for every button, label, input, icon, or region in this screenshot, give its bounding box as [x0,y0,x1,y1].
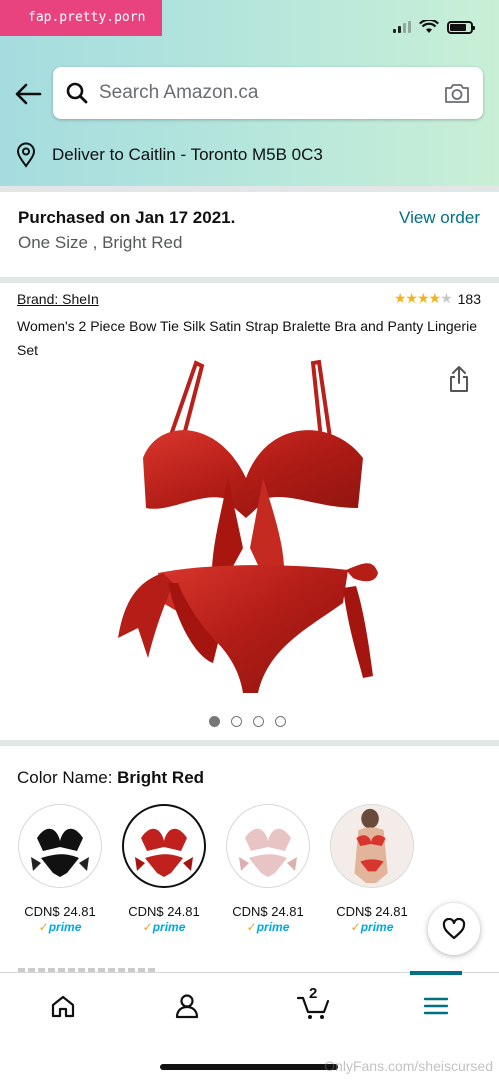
heart-icon[interactable] [442,918,466,940]
nav-menu[interactable] [421,991,451,1021]
footer-watermark: OnlyFans.com/sheiscursed [324,1058,493,1074]
swatch-price: CDN$ 24.81 [232,904,304,919]
cart-count[interactable]: 2 [309,985,317,1002]
selected-color: Bright Red [117,768,205,787]
watermark-label: fap.pretty.porn [0,0,162,36]
location-pin-icon [16,142,36,168]
product-image[interactable] [118,358,383,703]
swatch-image[interactable] [330,804,414,888]
prime-badge: ✓prime [142,920,186,934]
rating-stars[interactable]: ★★★★★ [394,290,453,307]
nav-active-indicator [410,971,462,975]
swatch-price: CDN$ 24.81 [24,904,96,919]
image-carousel-dots[interactable] [209,716,286,727]
deliver-text[interactable]: Deliver to Caitlin - Toronto M5B 0C3 [52,145,323,165]
purchased-variant: One Size , Bright Red [18,233,183,252]
swatch-price: CDN$ 24.81 [336,904,408,919]
divider [0,740,499,746]
prime-badge: ✓prime [246,920,290,934]
search-icon[interactable] [65,81,89,105]
wifi-icon [419,20,439,33]
home-indicator[interactable] [160,1064,338,1070]
nav-home[interactable] [48,991,78,1021]
carousel-dot[interactable] [275,716,286,727]
menu-icon[interactable] [423,996,449,1016]
prime-badge: ✓prime [350,920,394,934]
carousel-dot[interactable] [253,716,264,727]
carousel-dot[interactable] [231,716,242,727]
nav-account[interactable] [172,991,202,1021]
favorite-button[interactable] [428,903,480,955]
prime-badge: ✓prime [38,920,82,934]
camera-icon[interactable] [443,81,471,105]
divider [0,277,499,283]
color-swatch-red-model[interactable]: CDN$ 24.81 ✓prime [330,804,414,934]
color-swatch-black[interactable]: CDN$ 24.81 ✓prime [18,804,102,934]
rating-count[interactable]: 183 [458,291,481,307]
cellular-signal-icon [393,21,411,33]
account-icon[interactable] [174,993,200,1019]
swatch-price: CDN$ 24.81 [128,904,200,919]
search-input[interactable]: Search Amazon.ca [53,67,483,119]
rating-summary[interactable]: ★★★★★ 183 [394,290,481,307]
status-bar [393,20,475,34]
nav-cart[interactable]: 2 [296,985,332,1021]
home-icon[interactable] [50,994,76,1018]
purchased-date: Purchased on Jan 17 2021. [18,208,236,227]
color-swatch-bright-red[interactable]: CDN$ 24.81 ✓prime [122,804,206,934]
product-title: Women's 2 Piece Bow Tie Silk Satin Strap… [17,318,477,358]
deliver-to-link[interactable]: Deliver to Caitlin - Toronto M5B 0C3 [14,142,323,168]
carousel-dot[interactable] [209,716,220,727]
brand-link[interactable]: Brand: SheIn [17,291,99,307]
color-swatch-pink[interactable]: CDN$ 24.81 ✓prime [226,804,310,934]
swatch-image[interactable] [18,804,102,888]
battery-icon [447,20,475,34]
share-icon[interactable] [448,365,470,393]
color-name-label: Color Name: Bright Red [17,768,205,787]
view-order-link[interactable]: View order [399,208,480,228]
search-placeholder[interactable]: Search Amazon.ca [99,82,443,104]
swatch-image[interactable] [122,804,206,888]
color-swatches: CDN$ 24.81 ✓prime CDN$ 24.81 ✓prime CDN$… [18,804,414,934]
back-arrow-icon[interactable] [14,82,42,106]
divider [0,186,499,192]
swatch-image[interactable] [226,804,310,888]
